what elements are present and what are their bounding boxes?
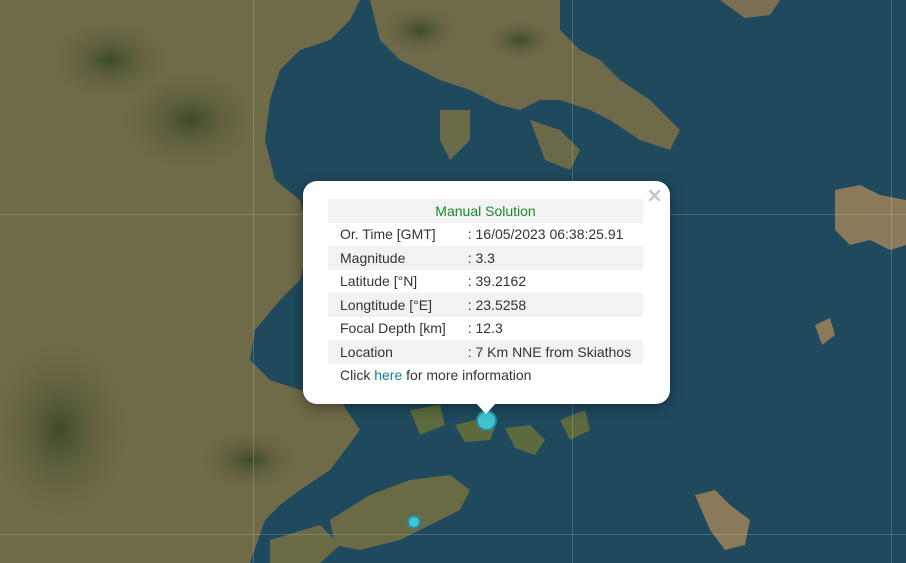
row-value: : 12.3 — [467, 320, 503, 337]
table-row: Focal Depth [km] : 12.3 — [328, 317, 643, 341]
map-view[interactable]: × Manual Solution Or. Time [GMT] : 16/05… — [0, 0, 906, 563]
more-info-suffix: for more information — [402, 367, 532, 384]
row-label: Focal Depth [km] — [340, 320, 446, 337]
grid-line — [891, 0, 892, 563]
row-value: : 39.2162 — [467, 273, 527, 290]
row-value: : 3.3 — [453, 246, 643, 270]
table-row: Latitude [°N] : 39.2162 — [328, 270, 643, 294]
grid-line — [253, 0, 254, 563]
popup-title: Manual Solution — [328, 199, 643, 223]
table-row: Location : 7 Km NNE from Skiathos — [328, 340, 643, 364]
row-value: : 7 Km NNE from Skiathos — [453, 340, 643, 364]
earthquake-info-popup: × Manual Solution Or. Time [GMT] : 16/05… — [303, 181, 670, 414]
row-label: Or. Time [GMT] — [340, 226, 436, 243]
row-value: : 16/05/2023 06:38:25.91 — [467, 226, 624, 243]
row-label: Latitude [°N] — [340, 273, 418, 290]
table-row: Magnitude : 3.3 — [328, 246, 643, 270]
table-row: Or. Time [GMT] : 16/05/2023 06:38:25.91 — [328, 223, 643, 247]
row-label: Location — [328, 340, 454, 364]
table-row: Click here for more information — [328, 364, 643, 388]
more-info-link[interactable]: here — [374, 367, 402, 383]
more-info-text: Click here for more information — [328, 364, 643, 388]
row-label: Magnitude — [328, 246, 454, 270]
earthquake-marker[interactable] — [407, 515, 421, 529]
close-icon[interactable]: × — [646, 184, 663, 206]
more-info-prefix: Click — [340, 367, 375, 384]
popup-pointer — [475, 402, 497, 414]
grid-line — [0, 534, 906, 535]
row-label: Longtitude [°E] — [328, 293, 454, 317]
info-table: Manual Solution Or. Time [GMT] : 16/05/2… — [328, 199, 643, 387]
row-value: : 23.5258 — [453, 293, 643, 317]
table-row: Manual Solution — [328, 199, 643, 223]
table-row: Longtitude [°E] : 23.5258 — [328, 293, 643, 317]
